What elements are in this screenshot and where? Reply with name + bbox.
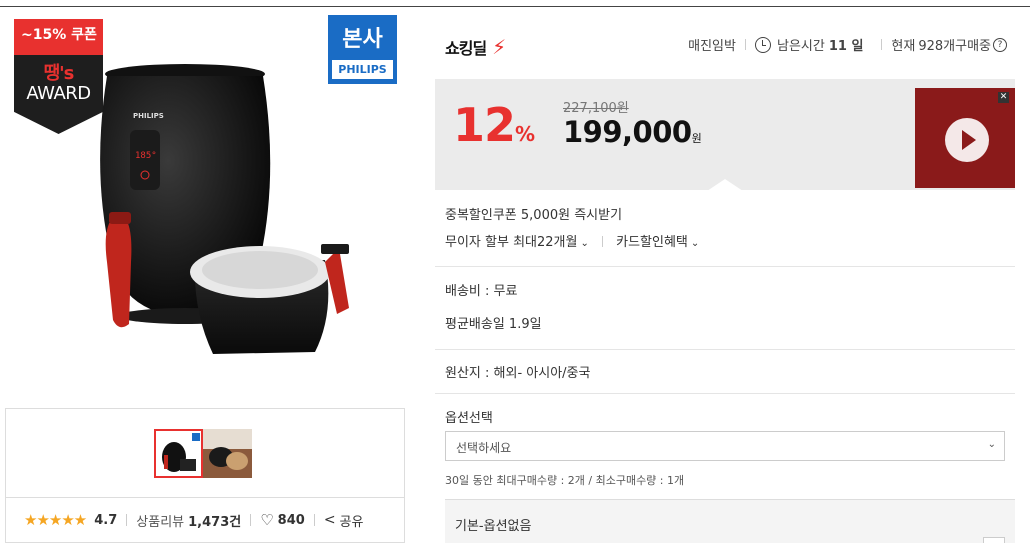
time-label: 남은시간 — [776, 39, 825, 54]
price-box: 12% 227,100원 199,000원 ✕ — [435, 79, 1015, 190]
time-value: 11 일 — [828, 39, 864, 54]
coupon-discount-label: ~15% 쿠폰 — [14, 19, 103, 55]
discount-rate-unit: % — [515, 122, 535, 146]
rating-stars: ★★★★★ — [24, 511, 87, 529]
divider — [250, 514, 252, 526]
share-icon[interactable]: < — [324, 512, 336, 528]
card-discount-dropdown[interactable]: 카드할인혜택 ⌄ — [616, 235, 699, 250]
selected-option-row: 기본-옵션없음 — [445, 499, 1015, 543]
product-image-area: ~15% 쿠폰 땡's AWARD 185° PHILIPS 본사 PHILIP… — [0, 7, 415, 407]
close-icon[interactable]: ✕ — [998, 92, 1009, 103]
thumbnail-strip — [5, 408, 405, 498]
divider — [126, 514, 128, 526]
origin-section: 원산지 : 해외- 아시아/중국 — [435, 350, 1015, 394]
selected-option-label: 기본-옵션없음 — [455, 519, 532, 534]
purchase-limit: 30일 동안 최대구매수량 : 2개 / 최소구매수량 : 1개 — [445, 474, 685, 487]
installment-label: 무이자 할부 최대22개월 — [445, 235, 578, 250]
deal-meta: 매진임박 남은시간 11 일 현재 928개 구매중 ? — [688, 35, 1007, 54]
chevron-down-icon: ⌄ — [580, 238, 589, 249]
benefit-dropdowns: 무이자 할부 최대22개월 ⌄ 카드할인혜택 ⌄ — [445, 231, 699, 250]
buyers-count: 928개 — [918, 39, 956, 54]
benefits-section: 중복할인쿠폰 5,000원 즉시받기 무이자 할부 최대22개월 ⌄ 카드할인혜택… — [435, 190, 1015, 267]
shipping-section: 배송비 : 무료 평균배송일 1.9일 — [435, 267, 1015, 350]
coupon-benefit-link[interactable]: 중복할인쿠폰 5,000원 즉시받기 — [445, 204, 622, 223]
shocking-deal-logo: 쇼킹딜 ⚡ — [445, 35, 506, 59]
buyers-prefix: 현재 — [891, 39, 916, 54]
promo-video-thumbnail[interactable]: ✕ — [915, 88, 1015, 188]
clock-icon — [754, 36, 771, 53]
heart-icon[interactable]: ♡ — [260, 511, 273, 529]
chevron-down-icon: ⌄ — [987, 439, 996, 450]
discount-rate-value: 12 — [453, 98, 516, 152]
deal-header: 쇼킹딜 ⚡ 매진임박 남은시간 11 일 현재 928개 구매중 ? — [435, 7, 1015, 79]
svg-text:185°: 185° — [135, 151, 157, 161]
discount-rate: 12% — [453, 98, 535, 152]
rating-score: 4.7 — [94, 512, 118, 528]
thumbnail-2[interactable] — [203, 429, 252, 478]
sale-price: 199,000원 — [563, 115, 702, 149]
option-title: 옵션선택 — [445, 411, 493, 426]
divider — [601, 236, 603, 247]
product-image[interactable]: 185° PHILIPS — [85, 62, 365, 362]
shipping-fee: 배송비 : 무료 — [445, 284, 518, 299]
sale-price-value: 199,000 — [563, 115, 692, 149]
sale-price-unit: 원 — [691, 132, 702, 145]
brand-main-label: 본사 — [342, 27, 383, 52]
deal-logo-mark-icon: ⚡ — [486, 35, 506, 59]
original-price: 227,100원 — [563, 101, 629, 116]
help-icon[interactable]: ? — [993, 37, 1007, 52]
deal-logo-text: 쇼킹딜 — [445, 39, 487, 58]
chevron-down-icon: ⌄ — [690, 238, 700, 249]
quantity-input[interactable] — [983, 537, 1005, 543]
review-count[interactable]: 1,473건 — [188, 511, 241, 530]
review-label[interactable]: 상품리뷰 — [136, 511, 184, 530]
thumbnail-1[interactable] — [154, 429, 203, 478]
option-select[interactable]: 선택하세요 ⌄ — [445, 431, 1005, 461]
share-label[interactable]: 공유 — [340, 511, 364, 530]
stock-status: 매진임박 — [688, 39, 736, 54]
average-delivery: 평균배송일 1.9일 — [445, 317, 542, 332]
brand-logo: PHILIPS — [332, 60, 393, 79]
like-count[interactable]: 840 — [278, 513, 305, 528]
installment-dropdown[interactable]: 무이자 할부 최대22개월 ⌄ — [445, 235, 589, 250]
origin-text: 원산지 : 해외- 아시아/중국 — [445, 366, 591, 381]
buyers-suffix: 구매중 — [955, 39, 991, 54]
divider — [881, 39, 883, 50]
product-info-bar: ★★★★★ 4.7 상품리뷰 1,473건 ♡ 840 < 공유 — [5, 498, 405, 543]
play-icon[interactable] — [945, 118, 989, 162]
brand-badge: 본사 PHILIPS — [326, 13, 399, 86]
divider — [744, 39, 746, 50]
option-select-placeholder: 선택하세요 — [456, 441, 512, 455]
card-discount-label: 카드할인혜택 — [616, 235, 688, 250]
brand-text: PHILIPS — [133, 112, 164, 120]
divider — [313, 514, 315, 526]
